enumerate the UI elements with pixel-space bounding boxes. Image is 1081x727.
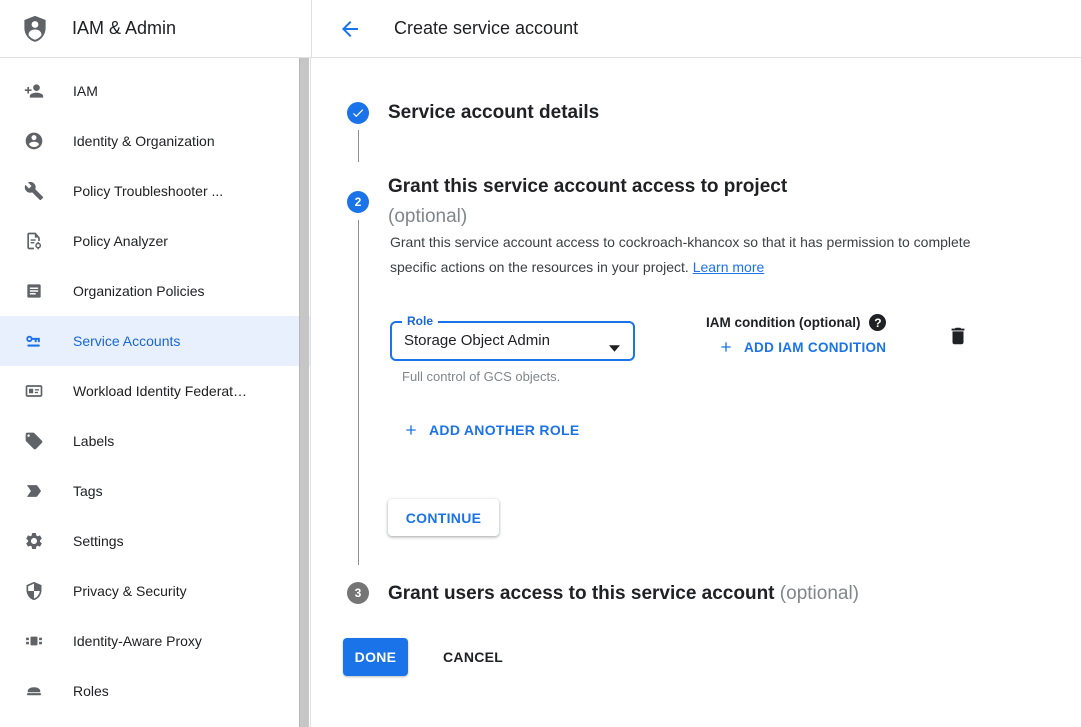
gcp-console-window: IAM & Admin Create service account IAM I… [0,0,1081,727]
iam-condition-section: IAM condition (optional) ? [706,314,886,331]
sidebar-item-settings[interactable]: Settings [0,516,310,566]
step2-title: Grant this service account access to pro… [388,172,787,202]
sidebar-item-labels[interactable]: Labels [0,416,310,466]
step1-title: Service account details [388,101,599,125]
step3-heading: Grant users access to this service accou… [388,581,859,607]
sidebar-item-organization-policies[interactable]: Organization Policies [0,266,310,316]
role-field-label: Role [402,314,438,329]
document-lines-icon [24,281,44,301]
service-account-key-icon [24,331,44,351]
sidebar-item-privacy-security[interactable]: Privacy & Security [0,566,310,616]
iam-condition-label: IAM condition (optional) [706,315,860,330]
step-connector-line [358,220,359,565]
role-select[interactable]: Role Storage Object Admin [390,321,635,361]
account-circle-icon [24,131,44,151]
help-glyph: ? [874,316,881,330]
wrench-icon [24,181,44,201]
step2-number-badge: 2 [347,191,369,213]
delete-role-trash-icon[interactable] [947,325,969,347]
id-card-icon [24,381,44,401]
step3-number: 3 [355,586,362,600]
sidebar-item-label: Privacy & Security [73,583,187,599]
back-arrow-icon[interactable] [338,17,362,41]
sidebar-item-label: Workload Identity Federat… [73,383,247,399]
app-title: IAM & Admin [72,18,176,39]
iam-admin-shield-logo-icon [20,13,50,45]
sidebar-item-workload-identity-federation[interactable]: Workload Identity Federat… [0,366,310,416]
top-header: IAM & Admin Create service account [0,0,1081,58]
sidebar-item-label: Roles [73,683,109,699]
sidebar-scrollbar[interactable] [299,58,309,727]
policy-analyzer-icon [24,231,44,251]
role-helper-text: Full control of GCS objects. [402,369,560,384]
step1-complete-check-icon [347,102,369,124]
chevron-down-icon [609,339,620,357]
tag-arrow-icon [24,481,44,501]
proxy-grid-icon [24,631,44,651]
add-iam-condition-button[interactable]: ADD IAM CONDITION [718,339,886,355]
header-main-section: Create service account [311,0,1081,57]
header-left-section: IAM & Admin [0,0,311,57]
page-title: Create service account [394,18,578,39]
add-iam-condition-label: ADD IAM CONDITION [744,340,886,355]
sidebar-item-label: Service Accounts [73,333,180,349]
step-connector-line [358,130,359,162]
sidebar-nav: IAM Identity & Organization Policy Troub… [0,58,311,727]
sidebar-item-label: Labels [73,433,114,449]
label-tag-icon [24,431,44,451]
plus-icon [718,339,734,355]
step2-description-text: Grant this service account access to coc… [390,234,971,275]
sidebar-item-service-accounts[interactable]: Service Accounts [0,316,310,366]
done-button[interactable]: DONE [343,638,408,676]
sidebar-item-label: Identity-Aware Proxy [73,633,202,649]
sidebar-item-label: Tags [73,483,103,499]
step2-description: Grant this service account access to coc… [390,230,982,280]
add-another-role-label: ADD ANOTHER ROLE [429,422,580,438]
sidebar-item-roles[interactable]: Roles [0,666,310,716]
sidebar-item-label: Settings [73,533,124,549]
shield-half-icon [24,581,44,601]
step2-number: 2 [355,195,362,209]
plus-icon [403,422,419,438]
sidebar-item-label: IAM [73,83,98,99]
step3-number-badge: 3 [347,582,369,604]
learn-more-link[interactable]: Learn more [693,259,765,275]
step3-optional-label: (optional) [780,583,859,604]
create-service-account-form: Service account details 2 Grant this ser… [311,58,1081,727]
hat-icon [24,681,44,701]
sidebar-item-label: Policy Troubleshooter ... [73,183,223,199]
gear-icon [24,531,44,551]
person-add-icon [24,81,44,101]
sidebar-item-identity-organization[interactable]: Identity & Organization [0,116,310,166]
help-icon[interactable]: ? [869,314,886,331]
sidebar-item-label: Policy Analyzer [73,233,168,249]
sidebar-item-iam[interactable]: IAM [0,66,310,116]
add-another-role-button[interactable]: ADD ANOTHER ROLE [403,422,580,438]
sidebar-item-tags[interactable]: Tags [0,466,310,516]
sidebar-item-policy-troubleshooter[interactable]: Policy Troubleshooter ... [0,166,310,216]
cancel-button[interactable]: CANCEL [433,638,513,676]
sidebar-item-policy-analyzer[interactable]: Policy Analyzer [0,216,310,266]
step2-optional-label: (optional) [388,202,787,232]
step3-title: Grant users access to this service accou… [388,583,775,604]
sidebar-item-label: Organization Policies [73,283,205,299]
step2-heading: Grant this service account access to pro… [388,172,787,232]
sidebar-item-identity-aware-proxy[interactable]: Identity-Aware Proxy [0,616,310,666]
sidebar-item-label: Identity & Organization [73,133,215,149]
continue-button[interactable]: CONTINUE [388,499,499,536]
